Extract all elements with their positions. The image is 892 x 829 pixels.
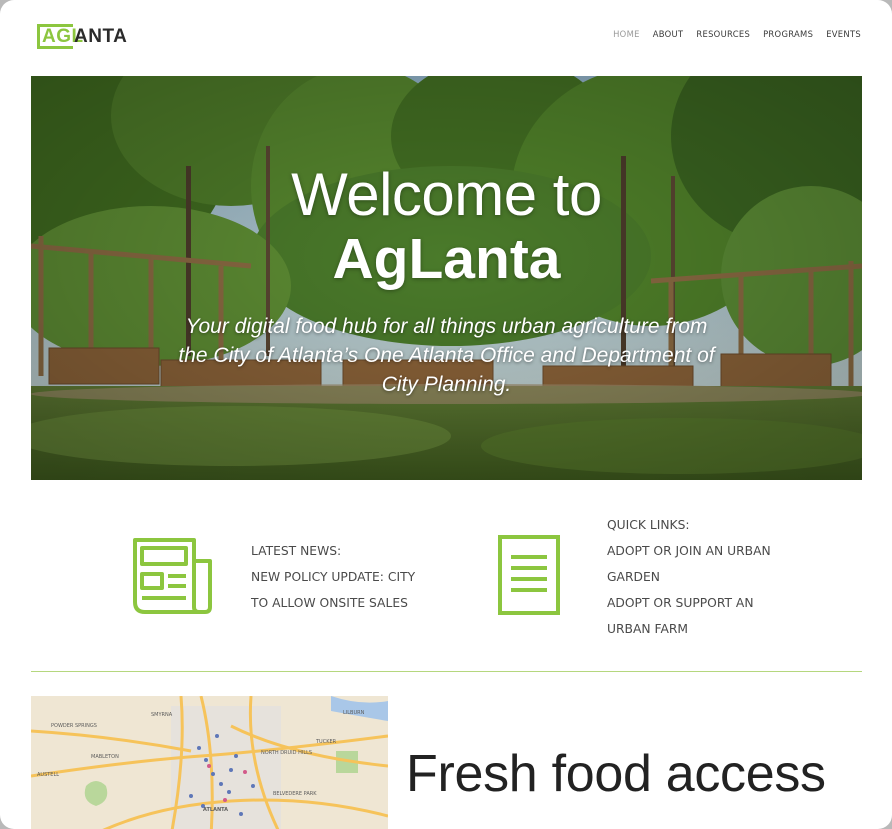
map-label-lilburn: LILBURN [343,710,365,716]
hero-subtitle-line2: the City of Atlanta’s One Atlanta Office… [178,344,715,367]
map-label-austell: AUSTELL [37,772,59,778]
hero-title-line2: AgLanta [332,227,561,291]
quick-link-farm-line1: ADOPT OR SUPPORT AN [607,596,754,610]
nav-home[interactable]: HOME [613,29,640,39]
section-divider [31,671,862,672]
hero-banner: Welcome to AgLanta Your digital food hub… [31,76,862,480]
quick-link-urban-farm[interactable]: ADOPT OR SUPPORT AN URBAN FARM [607,590,817,642]
map-label-north-druid-hills: NORTH DRUID HILLS [261,750,312,756]
quick-link-urban-garden[interactable]: ADOPT OR JOIN AN URBAN GARDEN [607,538,817,590]
hero-title-line1: Welcome to [291,161,602,228]
quick-link-garden-line1: ADOPT OR JOIN AN URBAN [607,544,771,558]
page: AGL ANTA HOME ABOUT RESOURCES PROGRAMS E… [0,0,892,829]
nav-programs[interactable]: PROGRAMS [763,29,813,39]
map-label-mableton: MABLETON [91,754,119,760]
news-link-line2: TO ALLOW ONSITE SALES [251,596,408,610]
logo[interactable]: AGL ANTA [37,23,127,49]
quick-link-garden-line2: GARDEN [607,570,660,584]
hero-subtitle: Your digital food hub for all things urb… [141,312,752,399]
map-label-tucker: TUCKER [315,739,337,745]
map-label-powder-springs: POWDER SPRINGS [51,723,97,729]
map-label-atlanta: ATLANTA [203,807,228,813]
latest-news: LATEST NEWS: NEW POLICY UPDATE: CITY TO … [251,538,451,616]
news-link-line1: NEW POLICY UPDATE: CITY [251,570,416,584]
hero-subtitle-line1: Your digital food hub for all things urb… [185,315,708,338]
nav-events[interactable]: EVENTS [826,29,861,39]
document-icon [498,535,560,615]
food-access-map[interactable]: POWDER SPRINGS MABLETON AUSTELL LILBURN … [31,696,388,829]
main-nav: HOME ABOUT RESOURCES PROGRAMS EVENTS [613,29,861,39]
map-label-belvedere-park: BELVEDERE PARK [273,791,317,797]
hero-subtitle-line3: City Planning. [381,373,512,396]
hero-text: Welcome to AgLanta Your digital food hub… [31,76,862,480]
nav-about[interactable]: ABOUT [653,29,684,39]
logo-dark-text: ANTA [74,25,128,47]
newspaper-icon [133,538,212,614]
quick-link-farm-line2: URBAN FARM [607,622,689,636]
nav-resources[interactable]: RESOURCES [696,29,750,39]
quick-links: QUICK LINKS: ADOPT OR JOIN AN URBAN GARD… [607,512,817,642]
map-label-smyrna: SMYRNA [151,712,173,718]
map-image: POWDER SPRINGS MABLETON AUSTELL LILBURN … [31,696,388,829]
logo-mark: AGL [37,23,83,49]
quick-links-heading: QUICK LINKS: [607,518,690,532]
news-link-policy-update[interactable]: NEW POLICY UPDATE: CITY TO ALLOW ONSITE … [251,564,451,616]
latest-news-heading: LATEST NEWS: [251,544,342,558]
fresh-food-heading: Fresh food access [406,745,826,803]
